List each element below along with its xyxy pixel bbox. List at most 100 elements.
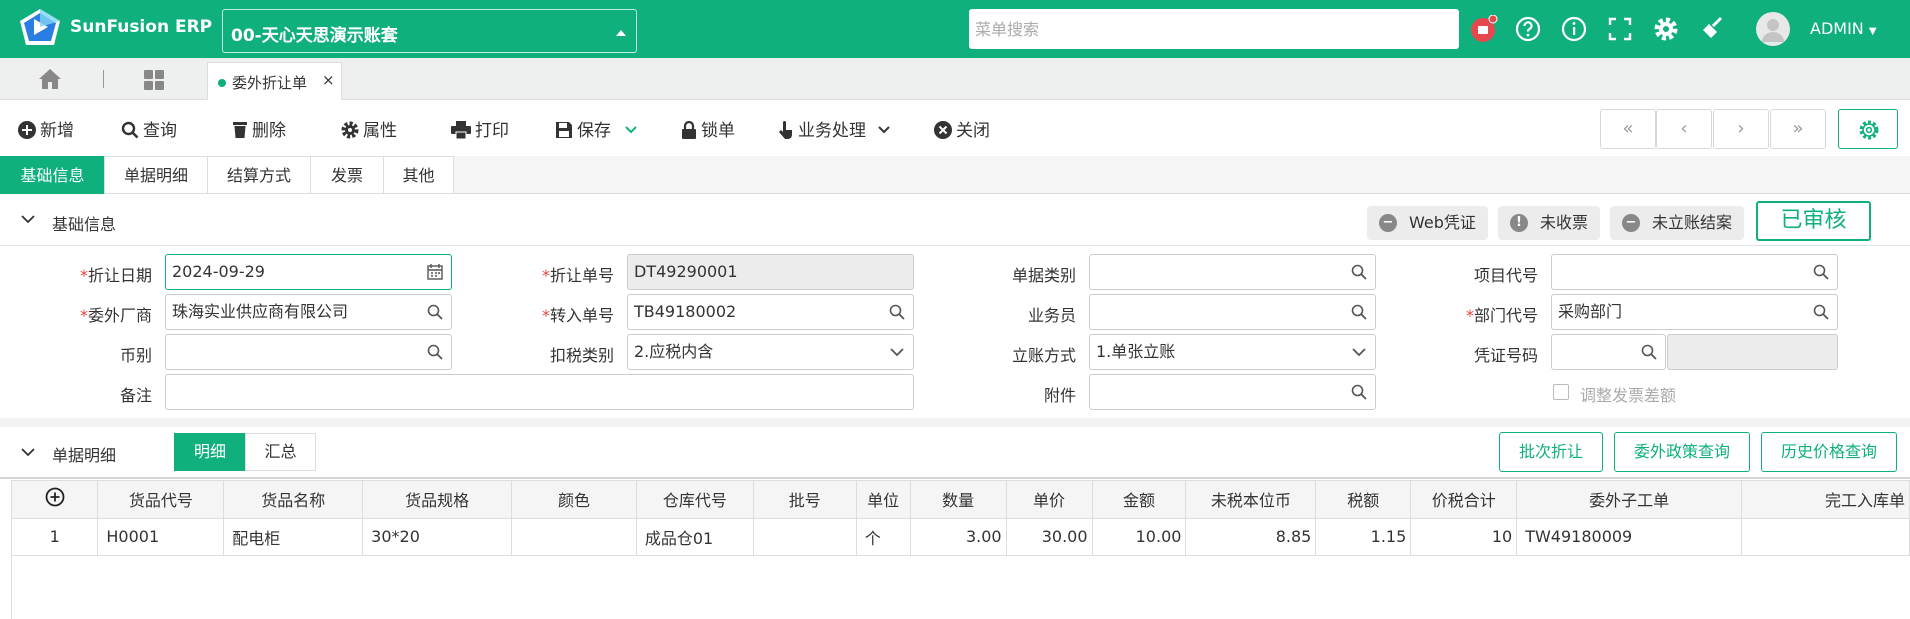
tab-settlement[interactable]: 结算方式 (207, 156, 311, 194)
close-button[interactable]: 关闭 (934, 116, 990, 141)
column-header[interactable]: 批号 (753, 481, 857, 519)
column-header[interactable]: 单价 (1006, 481, 1093, 519)
currency-field[interactable] (165, 334, 452, 370)
search-icon[interactable] (1351, 304, 1367, 320)
column-header[interactable]: 完工入库单 (1741, 481, 1910, 519)
search-icon[interactable] (1813, 264, 1829, 280)
table-row[interactable]: 1 H0001 配电柜 30*20 成品仓01 个 3.00 30.00 10.… (12, 518, 1910, 556)
tab-basic-info[interactable]: 基础信息 (0, 156, 105, 194)
column-header[interactable]: 货品规格 (362, 481, 513, 519)
home-icon[interactable] (38, 68, 62, 90)
batch-discount-button[interactable]: 批次折让 (1499, 432, 1603, 472)
new-button[interactable]: 新增 (18, 116, 74, 141)
date-field[interactable]: 2024-09-29 (165, 254, 452, 290)
column-header[interactable]: 货品名称 (223, 481, 364, 519)
search-icon[interactable] (427, 304, 443, 320)
record-navigation: « ‹ › » (1600, 109, 1826, 149)
column-header[interactable]: 颜色 (511, 481, 637, 519)
salesman-field[interactable] (1089, 294, 1376, 330)
transfer-no-field[interactable]: TB49180002 (627, 294, 914, 330)
vendor-field[interactable]: 珠海实业供应商有限公司 (165, 294, 452, 330)
cell-total[interactable]: 10 (1410, 518, 1518, 556)
lock-button[interactable]: 锁单 (681, 116, 735, 141)
search-icon[interactable] (1351, 384, 1367, 400)
info-icon[interactable] (1561, 16, 1587, 42)
search-icon[interactable] (1351, 264, 1367, 280)
column-header[interactable]: 未税本位币 (1185, 481, 1317, 519)
account-selector[interactable]: 00-天心天思演示账套 (222, 9, 637, 53)
column-header[interactable]: 税额 (1315, 481, 1412, 519)
broom-icon[interactable] (1699, 16, 1725, 42)
query-button[interactable]: 查询 (121, 116, 177, 141)
print-button[interactable]: 打印 (451, 116, 509, 141)
collapse-chevron-icon[interactable] (20, 211, 36, 227)
cell-unit[interactable]: 个 (856, 518, 911, 556)
avatar[interactable] (1756, 12, 1790, 46)
add-row-button[interactable] (12, 481, 99, 519)
first-record-button[interactable]: « (1600, 109, 1656, 149)
cell-sub-order[interactable]: TW49180009 (1516, 518, 1743, 556)
cell-price[interactable]: 30.00 (1006, 518, 1093, 556)
search-icon[interactable] (1813, 304, 1829, 320)
delete-button[interactable]: 删除 (232, 116, 286, 141)
grid-icon[interactable] (143, 69, 165, 91)
tab-other[interactable]: 其他 (383, 156, 454, 194)
cell-spec[interactable]: 30*20 (362, 518, 513, 556)
menu-search-input[interactable] (969, 9, 1459, 49)
cell-tax[interactable]: 1.15 (1315, 518, 1412, 556)
save-button[interactable]: 保存 (555, 116, 642, 141)
bell-icon[interactable] (1470, 14, 1498, 42)
cell-qty[interactable]: 3.00 (910, 518, 1007, 556)
doc-type-field[interactable] (1089, 254, 1376, 290)
search-icon[interactable] (427, 344, 443, 360)
business-button[interactable]: 业务处理 (778, 116, 895, 141)
cell-color[interactable] (511, 518, 637, 556)
column-header[interactable]: 委外子工单 (1516, 481, 1743, 519)
project-field[interactable] (1551, 254, 1838, 290)
prev-record-button[interactable]: ‹ (1656, 109, 1712, 149)
chevron-down-icon[interactable] (624, 123, 638, 137)
policy-query-button[interactable]: 委外政策查询 (1614, 432, 1750, 472)
cell-batch[interactable] (753, 518, 857, 556)
column-header[interactable]: 价税合计 (1410, 481, 1518, 519)
cell-untaxed[interactable]: 8.85 (1185, 518, 1317, 556)
attachment-field[interactable] (1089, 374, 1376, 410)
column-header[interactable]: 货品代号 (97, 481, 225, 519)
cell-warehouse[interactable]: 成品仓01 (636, 518, 754, 556)
column-header[interactable]: 单位 (856, 481, 911, 519)
account-method-select[interactable]: 1.单张立账 (1089, 334, 1376, 370)
tax-type-select[interactable]: 2.应税内含 (627, 334, 914, 370)
user-menu[interactable]: ADMIN ▼ (1810, 19, 1877, 38)
voucher-no-field[interactable] (1551, 334, 1666, 370)
close-tab-icon[interactable]: × (322, 71, 335, 89)
chevron-down-icon[interactable] (877, 123, 891, 137)
tab-order-details[interactable]: 单据明细 (104, 156, 208, 194)
column-header[interactable]: 仓库代号 (636, 481, 754, 519)
gear-icon[interactable] (1653, 16, 1679, 42)
column-header[interactable]: 金额 (1092, 481, 1187, 519)
cell-amount[interactable]: 10.00 (1092, 518, 1187, 556)
last-record-button[interactable]: » (1770, 109, 1826, 149)
adjust-invoice-checkbox[interactable] (1553, 384, 1569, 400)
tab-invoice[interactable]: 发票 (310, 156, 384, 194)
calendar-icon[interactable] (427, 264, 443, 280)
view-detail-toggle[interactable]: 明细 (174, 433, 246, 471)
search-icon[interactable] (1641, 344, 1657, 360)
collapse-chevron-icon[interactable] (20, 444, 36, 460)
settings-button[interactable] (1838, 109, 1898, 149)
cell-code[interactable]: H0001 (97, 518, 225, 556)
price-history-button[interactable]: 历史价格查询 (1761, 432, 1897, 472)
help-icon[interactable] (1515, 16, 1541, 42)
cell-finished-receipt[interactable] (1741, 518, 1910, 556)
view-summary-toggle[interactable]: 汇总 (245, 433, 316, 471)
fullscreen-icon[interactable] (1607, 16, 1633, 42)
dept-field[interactable]: 采购部门 (1551, 294, 1838, 330)
cell-name[interactable]: 配电柜 (223, 518, 364, 556)
next-record-button[interactable]: › (1713, 109, 1769, 149)
tab-discount-order[interactable]: 委外折让单 × (207, 62, 342, 100)
divider (0, 477, 1910, 479)
search-icon[interactable] (889, 304, 905, 320)
column-header[interactable]: 数量 (910, 481, 1007, 519)
properties-button[interactable]: 属性 (341, 116, 397, 141)
remark-field[interactable] (165, 374, 914, 410)
